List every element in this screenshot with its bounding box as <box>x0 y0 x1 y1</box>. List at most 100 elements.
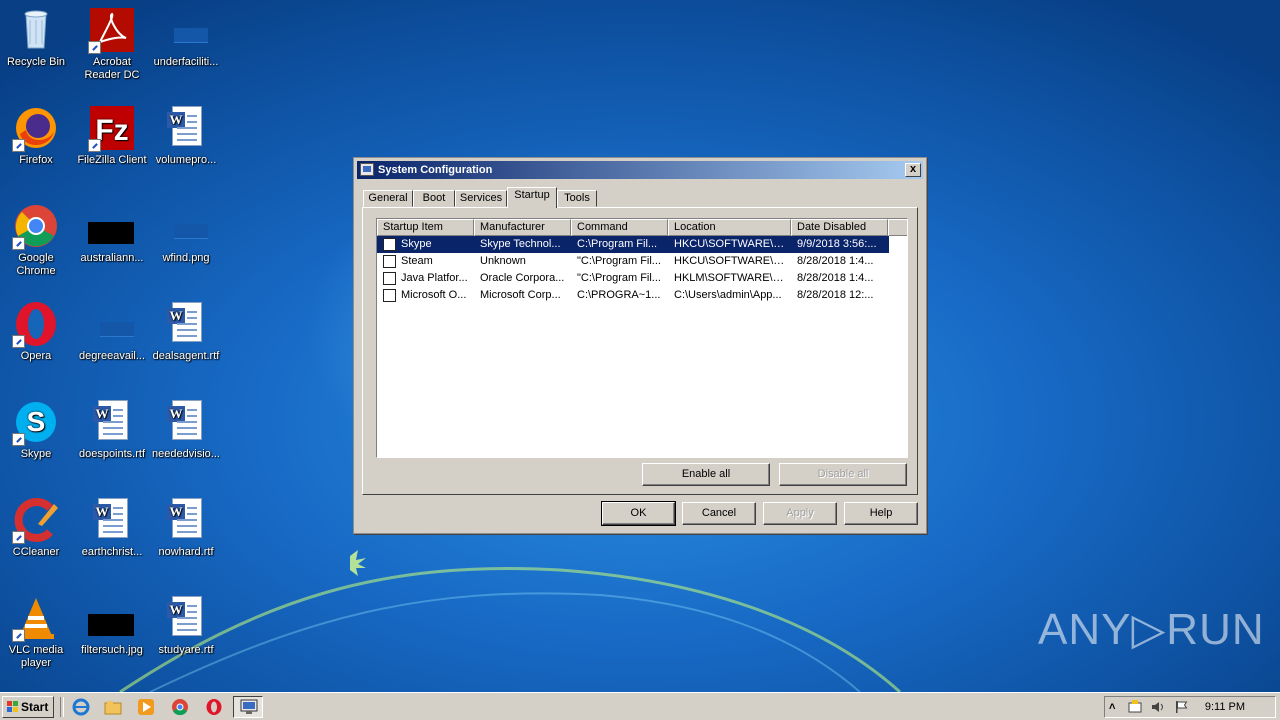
desktop-icon-underfaciliti[interactable]: underfaciliti... <box>148 6 224 69</box>
tab-boot[interactable]: Boot <box>413 190 455 207</box>
desktop-icon-acrobat[interactable]: Acrobat Reader DC <box>74 6 150 82</box>
cell-date-disabled: 8/28/2018 12:... <box>797 289 874 301</box>
startup-item-checkbox[interactable] <box>383 289 396 302</box>
column-header-location[interactable]: Location <box>668 219 791 236</box>
cell-manufacturer: Skype Technol... <box>480 238 561 250</box>
cancel-button[interactable]: Cancel <box>682 502 756 525</box>
word-document-icon: W <box>162 398 210 446</box>
network-flag-icon[interactable] <box>1174 700 1190 714</box>
desktop-icon-wfind[interactable]: wfind.png <box>148 202 224 265</box>
shortcut-arrow-icon <box>12 629 25 642</box>
word-document-icon: W <box>88 398 136 446</box>
media-player-icon[interactable] <box>137 698 155 716</box>
desktop-icon-opera[interactable]: Opera <box>0 300 74 363</box>
cell-date-disabled: 9/9/2018 3:56:... <box>797 238 877 250</box>
desktop-icon-filezilla[interactable]: Fz FileZilla Client <box>74 104 150 167</box>
list-item[interactable]: Java Platfor... Oracle Corpora... "C:\Pr… <box>377 270 889 287</box>
desktop-icon-label: underfaciliti... <box>153 56 219 68</box>
desktop-icon-doespoints[interactable]: W doespoints.rtf <box>74 398 150 461</box>
cell-startup-item: Steam <box>401 255 433 267</box>
desktop-icon-filtersuch[interactable]: filtersuch.jpg <box>74 594 150 657</box>
desktop-icon-chrome[interactable]: Google Chrome <box>0 202 74 278</box>
list-item[interactable]: Steam Unknown "C:\Program Fil... HKCU\SO… <box>377 253 889 270</box>
opera-taskbar-icon[interactable] <box>205 698 223 716</box>
anyrun-watermark: ANY▷RUN <box>1038 605 1265 654</box>
msconfig-icon <box>360 163 374 176</box>
list-item[interactable]: Skype Skype Technol... C:\Program Fil...… <box>377 236 889 253</box>
recycle-bin-icon <box>12 6 60 54</box>
file-explorer-icon[interactable] <box>104 698 122 716</box>
opera-icon <box>12 300 60 348</box>
start-button[interactable]: Start <box>2 696 54 718</box>
taskbar-system-configuration[interactable] <box>233 696 263 718</box>
cell-location: HKLM\SOFTWARE\M... <box>674 272 789 284</box>
desktop-icon-label: nowhard.rtf <box>158 546 214 558</box>
tray-expand-icon[interactable]: ˄ <box>1109 699 1115 715</box>
dialog-title: System Configuration <box>378 164 493 176</box>
column-header-command[interactable]: Command <box>571 219 668 236</box>
tab-services[interactable]: Services <box>455 190 507 207</box>
cell-manufacturer: Unknown <box>480 255 526 267</box>
desktop: Recycle Bin Firefox Google Chrome Opera … <box>0 0 1280 692</box>
desktop-icon-label: degreeavail... <box>78 350 146 362</box>
cell-location: HKCU\SOFTWARE\M... <box>674 255 789 267</box>
desktop-icon-degreeavail[interactable]: degreeavail... <box>74 300 150 363</box>
desktop-icon-volumepro[interactable]: W volumepro... <box>148 104 224 167</box>
word-document-icon: W <box>162 104 210 152</box>
desktop-icon-label: dealsagent.rtf <box>152 350 220 362</box>
startup-item-checkbox[interactable] <box>383 255 396 268</box>
tab-general[interactable]: General <box>363 190 413 207</box>
column-header-startup-item[interactable]: Startup Item <box>377 219 474 236</box>
column-header-date-disabled[interactable]: Date Disabled <box>791 219 888 236</box>
disable-all-button[interactable]: Disable all <box>779 463 907 486</box>
cell-location: HKCU\SOFTWARE\M... <box>674 238 789 250</box>
list-item[interactable]: Microsoft O... Microsoft Corp... C:\PROG… <box>377 287 889 304</box>
clock[interactable]: 9:11 PM <box>1205 697 1245 717</box>
ccleaner-icon <box>12 496 60 544</box>
cell-command: C:\PROGRA~1... <box>577 289 661 301</box>
desktop-icon-recycle-bin[interactable]: Recycle Bin <box>0 6 74 69</box>
help-button[interactable]: Help <box>844 502 918 525</box>
desktop-icon-label: filtersuch.jpg <box>81 644 143 656</box>
startup-item-checkbox[interactable] <box>383 272 396 285</box>
column-header-manufacturer[interactable]: Manufacturer <box>474 219 571 236</box>
cell-date-disabled: 8/28/2018 1:4... <box>797 272 874 284</box>
desktop-icon-australiann[interactable]: australiann... <box>74 202 150 265</box>
desktop-icon-ccleaner[interactable]: CCleaner <box>0 496 74 559</box>
system-configuration-dialog: System Configuration x General Boot Serv… <box>353 157 927 534</box>
enable-all-button[interactable]: Enable all <box>642 463 770 486</box>
desktop-icon-nowhard[interactable]: W nowhard.rtf <box>148 496 224 559</box>
cell-startup-item: Java Platfor... <box>401 272 468 284</box>
desktop-icon-earthchrist[interactable]: W earthchrist... <box>74 496 150 559</box>
chrome-taskbar-icon[interactable] <box>171 698 189 716</box>
word-document-icon: W <box>162 594 210 642</box>
desktop-icon-firefox[interactable]: Firefox <box>0 104 74 167</box>
desktop-icon-studyare[interactable]: W studyare.rtf <box>148 594 224 657</box>
desktop-icon-label: Acrobat Reader DC <box>84 56 140 81</box>
tab-startup[interactable]: Startup <box>507 187 557 208</box>
ok-button[interactable]: OK <box>601 501 676 526</box>
startup-item-checkbox[interactable] <box>383 238 396 251</box>
desktop-icon-label: wfind.png <box>162 252 210 264</box>
close-button[interactable]: x <box>905 163 921 177</box>
volume-icon[interactable] <box>1150 700 1166 714</box>
tab-tools[interactable]: Tools <box>557 190 597 207</box>
startup-items-list[interactable]: Startup Item Manufacturer Command Locati… <box>376 218 908 458</box>
internet-explorer-icon[interactable] <box>72 698 90 716</box>
shortcut-arrow-icon <box>12 433 25 446</box>
desktop-icon-dealsagent[interactable]: W dealsagent.rtf <box>148 300 224 363</box>
desktop-icon-label: neededvisio... <box>152 448 220 460</box>
apply-button[interactable]: Apply <box>763 502 837 525</box>
desktop-icon-label: volumepro... <box>155 154 217 166</box>
desktop-icon-skype[interactable]: S Skype <box>0 398 74 461</box>
action-center-icon[interactable] <box>1127 700 1143 714</box>
image-file-icon <box>88 594 136 642</box>
cell-startup-item: Skype <box>401 238 432 250</box>
desktop-icon-neededvisio[interactable]: W neededvisio... <box>148 398 224 461</box>
vlc-icon <box>12 594 60 642</box>
cell-manufacturer: Oracle Corpora... <box>480 272 565 284</box>
desktop-icon-vlc[interactable]: VLC media player <box>0 594 74 670</box>
firefox-icon <box>12 104 60 152</box>
dialog-titlebar[interactable]: System Configuration x <box>357 161 923 179</box>
shortcut-arrow-icon <box>12 335 25 348</box>
